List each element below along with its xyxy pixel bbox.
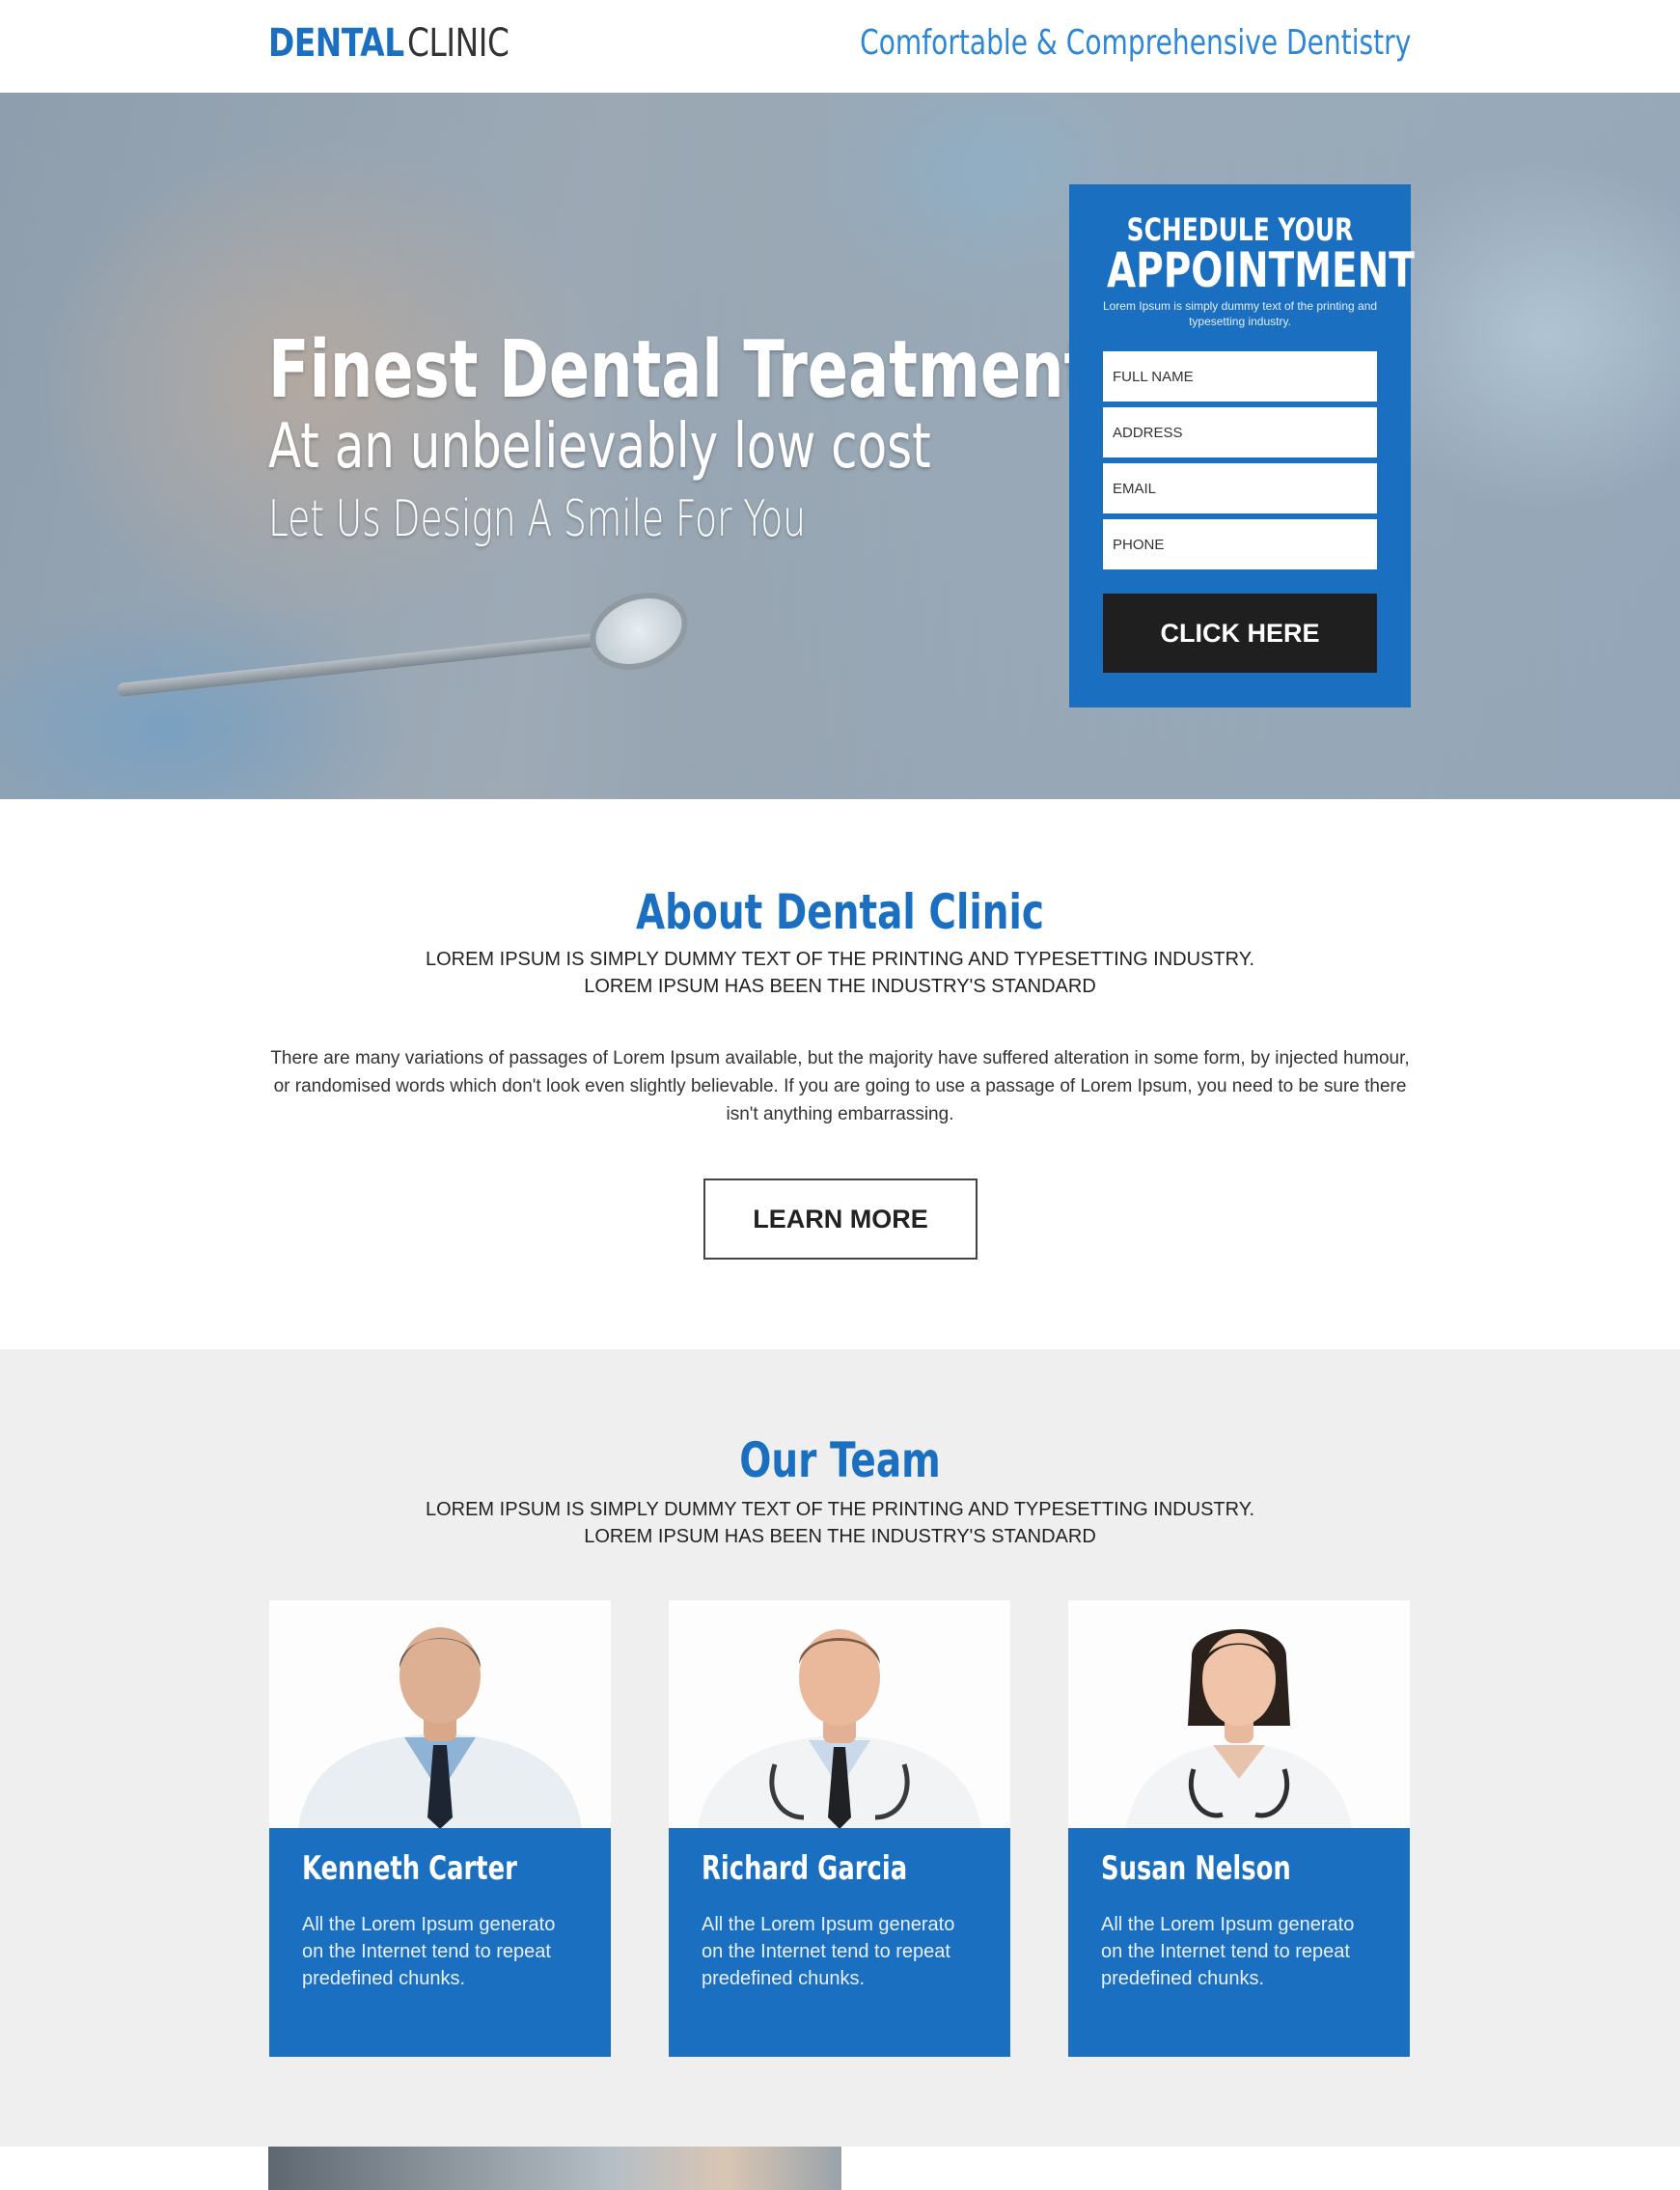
doctor-photo bbox=[669, 1600, 1010, 1829]
member-name: Kenneth Carter bbox=[302, 1849, 517, 1888]
about-title: About Dental Clinic bbox=[635, 884, 1044, 940]
email-field[interactable] bbox=[1103, 463, 1377, 513]
full-name-field[interactable] bbox=[1103, 351, 1377, 402]
about-body-text: There are many variations of passages of… bbox=[270, 1048, 1410, 1124]
doctor-photo bbox=[269, 1600, 611, 1829]
hero-tagline: Let Us Design A Smile For You bbox=[268, 490, 806, 548]
male-doctor-avatar-icon bbox=[698, 1629, 981, 1829]
member-bio: All the Lorem Ipsum generato on the Inte… bbox=[702, 1914, 955, 1989]
site-logo[interactable]: DENTAL CLINIC bbox=[268, 21, 531, 69]
hero-banner: Finest Dental Treatment At an unbelievab… bbox=[0, 93, 1680, 799]
phone-field[interactable] bbox=[1103, 519, 1377, 569]
next-section-image bbox=[268, 2147, 841, 2190]
logo-strong-text: DENTAL bbox=[268, 21, 404, 66]
member-bio: All the Lorem Ipsum generato on the Inte… bbox=[1101, 1914, 1355, 1989]
team-card: Susan Nelson All the Lorem Ipsum generat… bbox=[1068, 1600, 1410, 2057]
about-caps-line-2: LOREM IPSUM HAS BEEN THE INDUSTRY'S STAN… bbox=[584, 976, 1096, 997]
card-info-panel: Richard Garcia All the Lorem Ipsum gener… bbox=[669, 1828, 1010, 2057]
member-name: Richard Garcia bbox=[702, 1849, 908, 1888]
header-tagline: Comfortable & Comprehensive Dentistry bbox=[859, 23, 1411, 63]
card-info-panel: Susan Nelson All the Lorem Ipsum generat… bbox=[1068, 1828, 1410, 2057]
female-doctor-avatar-icon bbox=[1126, 1629, 1352, 1829]
team-caps-line-2: LOREM IPSUM HAS BEEN THE INDUSTRY'S STAN… bbox=[584, 1526, 1096, 1547]
click-here-button[interactable]: CLICK HERE bbox=[1103, 594, 1377, 673]
learn-more-button[interactable]: LEARN MORE bbox=[703, 1178, 978, 1260]
member-bio: All the Lorem Ipsum generato on the Inte… bbox=[302, 1914, 556, 1989]
team-caps-line-1: LOREM IPSUM IS SIMPLY DUMMY TEXT OF THE … bbox=[425, 1499, 1255, 1520]
doctor-photo bbox=[1068, 1600, 1410, 1829]
male-doctor-avatar-icon bbox=[298, 1627, 582, 1829]
member-name: Susan Nelson bbox=[1101, 1849, 1291, 1888]
team-card: Kenneth Carter All the Lorem Ipsum gener… bbox=[269, 1600, 611, 2057]
hero-headline: Finest Dental Treatment bbox=[268, 324, 1093, 416]
site-header: DENTAL CLINIC Comfortable & Comprehensiv… bbox=[0, 0, 1680, 93]
address-field[interactable] bbox=[1103, 407, 1377, 457]
card-info-panel: Kenneth Carter All the Lorem Ipsum gener… bbox=[269, 1828, 611, 2057]
about-caps-line-1: LOREM IPSUM IS SIMPLY DUMMY TEXT OF THE … bbox=[425, 949, 1255, 970]
team-card: Richard Garcia All the Lorem Ipsum gener… bbox=[669, 1600, 1010, 2057]
hero-subheadline: At an unbelievably low cost bbox=[268, 411, 931, 483]
form-description: Lorem Ipsum is simply dummy text of the … bbox=[1102, 299, 1378, 328]
team-title: Our Team bbox=[739, 1432, 941, 1488]
logo-light-text: CLINIC bbox=[406, 21, 510, 66]
appointment-form: SCHEDULE YOUR APPOINTMENT Lorem Ipsum is… bbox=[1069, 184, 1415, 707]
form-title-large: APPOINTMENT bbox=[1106, 242, 1415, 298]
